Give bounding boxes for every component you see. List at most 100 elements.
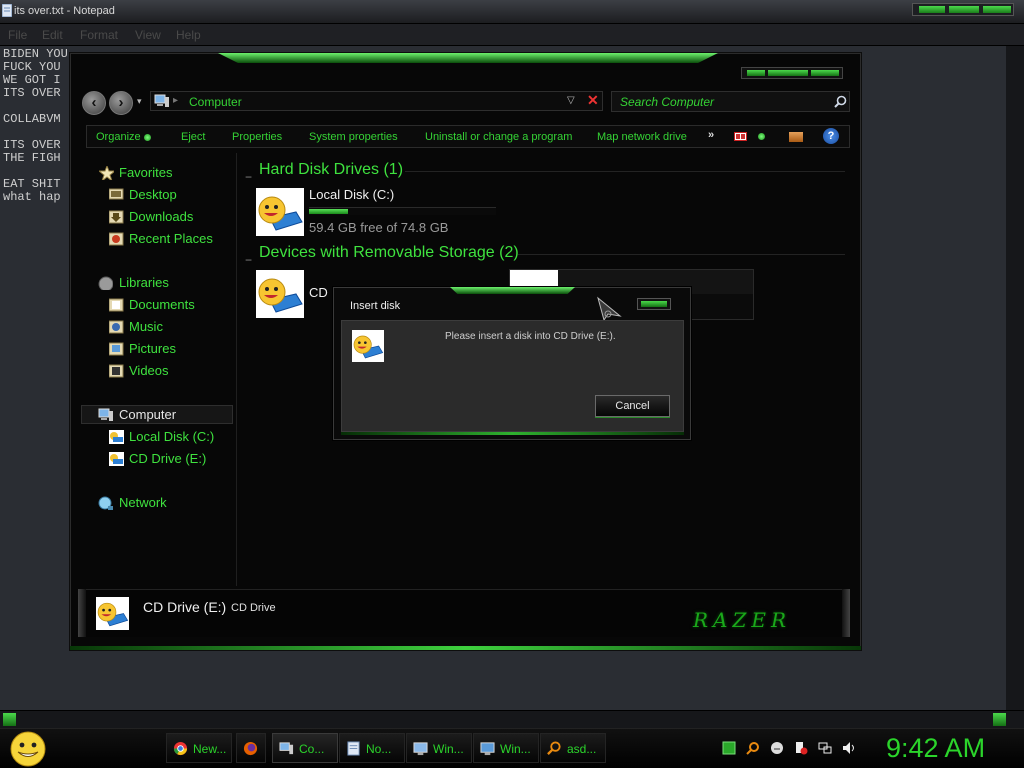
address-dropdown-icon[interactable]: ▽	[567, 95, 575, 106]
local-disk-icon	[109, 430, 124, 444]
disk-usage-bar	[309, 207, 496, 215]
nav-downloads[interactable]: Downloads	[129, 209, 193, 224]
nav-cd-drive[interactable]: CD Drive (E:)	[129, 451, 206, 466]
search-input[interactable]	[620, 94, 820, 109]
organize-label: Organize	[96, 131, 141, 143]
downloads-icon	[109, 210, 124, 224]
notepad-line: what hap	[3, 190, 61, 204]
tray-volume-icon[interactable]	[842, 741, 856, 755]
menu-view[interactable]: View	[135, 28, 161, 42]
system-properties-button[interactable]: System properties	[309, 131, 398, 143]
group-collapse-icon[interactable]: −	[245, 253, 252, 267]
help-icon[interactable]: ?	[823, 128, 839, 144]
nav-network[interactable]: Network	[119, 495, 167, 510]
close-button[interactable]	[983, 6, 1011, 13]
close-button[interactable]	[811, 70, 839, 76]
minimize-button[interactable]	[747, 70, 765, 76]
tray-search-icon[interactable]	[746, 741, 760, 755]
documents-icon	[109, 298, 124, 312]
details-type: CD Drive	[231, 602, 276, 614]
more-commands-button[interactable]: »	[708, 129, 714, 141]
maximize-button[interactable]	[768, 70, 808, 76]
notepad-titlebar[interactable]: its over.txt - Notepad	[0, 0, 1024, 24]
nav-videos[interactable]: Videos	[129, 363, 169, 378]
menu-help[interactable]: Help	[176, 28, 201, 42]
eject-button[interactable]: Eject	[181, 131, 205, 143]
task-window-2[interactable]: Win...	[473, 733, 539, 763]
forward-button[interactable]: ›	[109, 91, 133, 115]
dialog-close-button[interactable]	[637, 298, 671, 310]
cancel-button[interactable]: Cancel	[595, 395, 670, 417]
music-icon	[109, 320, 124, 334]
nav-desktop[interactable]: Desktop	[129, 187, 177, 202]
nav-music[interactable]: Music	[129, 319, 163, 334]
notepad-line: ITS OVER	[3, 86, 61, 100]
chrome-icon	[173, 741, 188, 756]
search-box[interactable]	[611, 91, 850, 112]
pictures-icon	[109, 342, 124, 356]
titlebar-glow	[218, 53, 718, 63]
task-search[interactable]: asd...	[540, 733, 606, 763]
tray-action-center-icon[interactable]	[794, 741, 808, 755]
disk-usage-fill	[309, 209, 348, 214]
pane-divider[interactable]	[236, 153, 237, 586]
recent-pages-icon[interactable]: ▾	[137, 96, 142, 107]
tray-green-icon[interactable]	[722, 741, 736, 755]
group-hard-disk-drives[interactable]: Hard Disk Drives (1)	[259, 161, 403, 179]
group-collapse-icon[interactable]: −	[245, 170, 252, 184]
notepad-text-area[interactable]: BIDEN YOU CAN QUITFUCK YOUWE GOT IITS OV…	[3, 48, 73, 204]
map-network-drive-button[interactable]: Map network drive	[597, 131, 687, 143]
nav-pictures[interactable]: Pictures	[129, 341, 176, 356]
notepad-icon	[347, 741, 360, 756]
scroll-right-button[interactable]	[993, 713, 1006, 726]
minimize-button[interactable]	[919, 6, 945, 13]
preview-pane-icon[interactable]	[789, 132, 803, 142]
back-button[interactable]: ‹	[82, 91, 106, 115]
scroll-left-button[interactable]	[3, 713, 16, 726]
uninstall-program-button[interactable]: Uninstall or change a program	[425, 131, 572, 143]
details-right-edge	[842, 589, 850, 637]
nav-libraries[interactable]: Libraries	[119, 275, 169, 290]
task-firefox[interactable]	[236, 733, 266, 763]
dialog-title-glow	[450, 287, 575, 294]
menu-format[interactable]: Format	[80, 28, 118, 42]
view-dropdown-icon[interactable]	[758, 133, 765, 140]
tray-network-icon[interactable]	[818, 741, 832, 755]
address-bar[interactable]: ▸ Computer ▽ ✕	[150, 91, 603, 111]
nav-documents[interactable]: Documents	[129, 297, 195, 312]
nav-favorites[interactable]: Favorites	[119, 165, 172, 180]
menu-file[interactable]: File	[8, 28, 27, 42]
network-icon	[98, 496, 113, 510]
details-name: CD Drive (E:)	[143, 599, 227, 615]
maximize-button[interactable]	[949, 6, 979, 13]
clock[interactable]: 9:42 AM	[886, 733, 985, 764]
notepad-horizontal-scrollbar[interactable]	[0, 710, 1024, 728]
breadcrumb-arrow-icon[interactable]: ▸	[173, 95, 178, 106]
organize-button[interactable]: Organize	[96, 131, 151, 143]
group-removable-storage[interactable]: Devices with Removable Storage (2)	[259, 244, 519, 262]
view-options-icon[interactable]	[734, 132, 747, 141]
dropdown-dot-icon	[143, 133, 151, 141]
search-icon[interactable]	[834, 95, 847, 108]
favorites-star-icon	[99, 166, 114, 180]
nav-local-disk[interactable]: Local Disk (C:)	[129, 429, 214, 444]
dialog-drive-icon	[352, 330, 384, 362]
notepad-window-controls[interactable]	[912, 3, 1014, 16]
start-button-smiley-icon[interactable]	[8, 730, 48, 768]
dialog-message: Please insert a disk into CD Drive (E:).	[445, 331, 616, 342]
nav-recent-places[interactable]: Recent Places	[129, 231, 213, 246]
libraries-icon	[98, 276, 113, 290]
stop-icon[interactable]: ✕	[587, 92, 599, 109]
task-chrome[interactable]: New...	[166, 733, 232, 763]
group-divider	[405, 171, 845, 172]
task-window-1[interactable]: Win...	[406, 733, 472, 763]
explorer-window-controls[interactable]	[741, 67, 843, 79]
nav-computer[interactable]: Computer	[119, 407, 176, 422]
task-notepad[interactable]: No...	[339, 733, 405, 763]
address-text: Computer	[189, 95, 242, 109]
properties-button[interactable]: Properties	[232, 131, 282, 143]
task-computer[interactable]: Co...	[272, 733, 338, 763]
menu-edit[interactable]: Edit	[42, 28, 63, 42]
tray-smiley-icon[interactable]	[770, 741, 784, 755]
notepad-vertical-scrollbar[interactable]	[1006, 46, 1024, 710]
